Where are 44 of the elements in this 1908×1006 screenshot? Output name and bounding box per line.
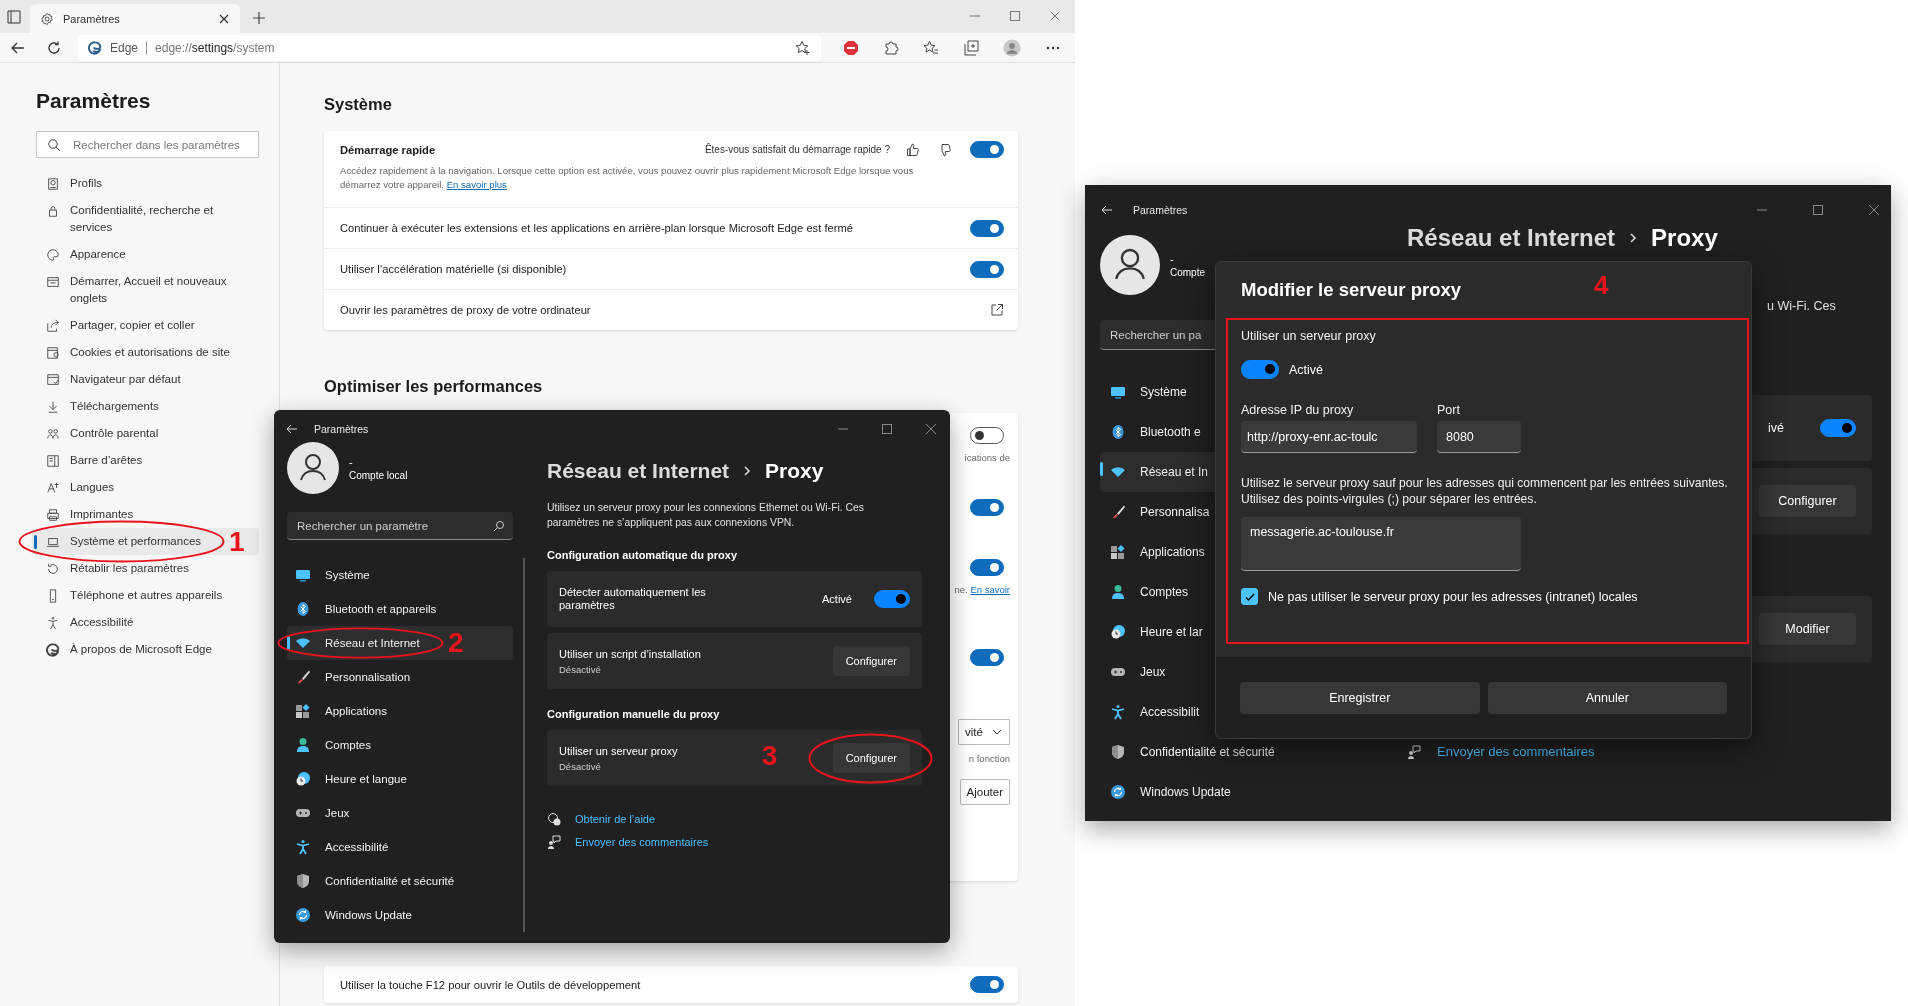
setting-label: Démarrage rapide (340, 143, 436, 156)
setting-label: Utiliser l’accélération matérielle (si disponible) (340, 263, 568, 275)
account-type: Compte local (349, 469, 408, 481)
page-title: Proxy (765, 459, 824, 483)
setting-status: Désactivé (559, 760, 602, 772)
page-title: Proxy (1651, 224, 1718, 252)
section-title: Optimiser les performances (324, 377, 544, 397)
setting-description: ne. En savoir (954, 584, 1010, 595)
setting-description: ications de (964, 452, 1010, 463)
setting-label: Utiliser un script d’installation (559, 647, 702, 661)
account-name: - (349, 455, 354, 468)
field-label: Port (1437, 403, 1461, 417)
section-title: Configuration manuelle du proxy (547, 708, 721, 722)
account-type: Compte (1170, 266, 1205, 278)
setting-label: Utiliser la touche F12 pour ouvrir le Outils de développement (340, 978, 642, 991)
annotation-number: 4 (1594, 270, 1609, 300)
section-title: Configuration automatique du proxy (547, 549, 739, 563)
section-title: Système (324, 95, 393, 115)
checkbox-label: Ne pas utiliser le serveur proxy pour les adresses (intranet) locales (1268, 589, 1638, 604)
feedback-question: Êtes-vous satisfait du démarrage rapide ? (704, 144, 890, 155)
annotation-number: 2 (448, 628, 464, 658)
window-title: Paramètres (314, 423, 369, 435)
dialog-title: Modifier le serveur proxy (1241, 279, 1462, 302)
setting-label: Continuer à exécuter les extensions et les applications en arrière-plan lorsque Microsoft Edge est fermé (340, 222, 855, 234)
toggle-state: Activé (822, 593, 852, 605)
sidebar-title: Paramètres (35, 89, 152, 114)
toggle-state: ivé (1768, 421, 1784, 435)
setting-label: Utiliser un serveur proxy (559, 744, 679, 758)
url-text: edge://settings/system (155, 40, 275, 55)
setting-status: Désactivé (559, 663, 602, 675)
window-title: Paramètres (1133, 204, 1188, 216)
setting-description: Accédez rapidement à la navigation. Lorsque cette option est activée, vous pouvez ouvrir plus rapidement Microsoft Edge lorsque vous démarrez votre appareil. En savoir plus (340, 164, 915, 192)
field-help: Utilisez le serveur proxy sauf pour les adresses qui commencent par les entrées suivantes. Utilisez des points-virgules (;) pour séparer les entrées. (1241, 475, 1729, 507)
page-description: Utilisez un serveur proxy pour les connexions Ethernet ou Wi-Fi. Ces paramètres ne s’appliquent pas aux connexions VPN. (547, 501, 866, 530)
annotation-number: 3 (761, 741, 778, 771)
site-label: Edge (110, 40, 148, 55)
toggle-state: Activé (1289, 362, 1324, 377)
setting-label: Détecter automatiquement les paramètres (559, 586, 707, 612)
setting-description: n fonction (968, 753, 1010, 764)
page-description: u Wi-Fi. Ces (1767, 299, 1837, 315)
account-name: - (1170, 252, 1175, 265)
annotation-number: 1 (229, 527, 245, 557)
field-label: Utiliser un serveur proxy (1241, 329, 1377, 343)
field-label: Adresse IP du proxy (1241, 403, 1355, 417)
